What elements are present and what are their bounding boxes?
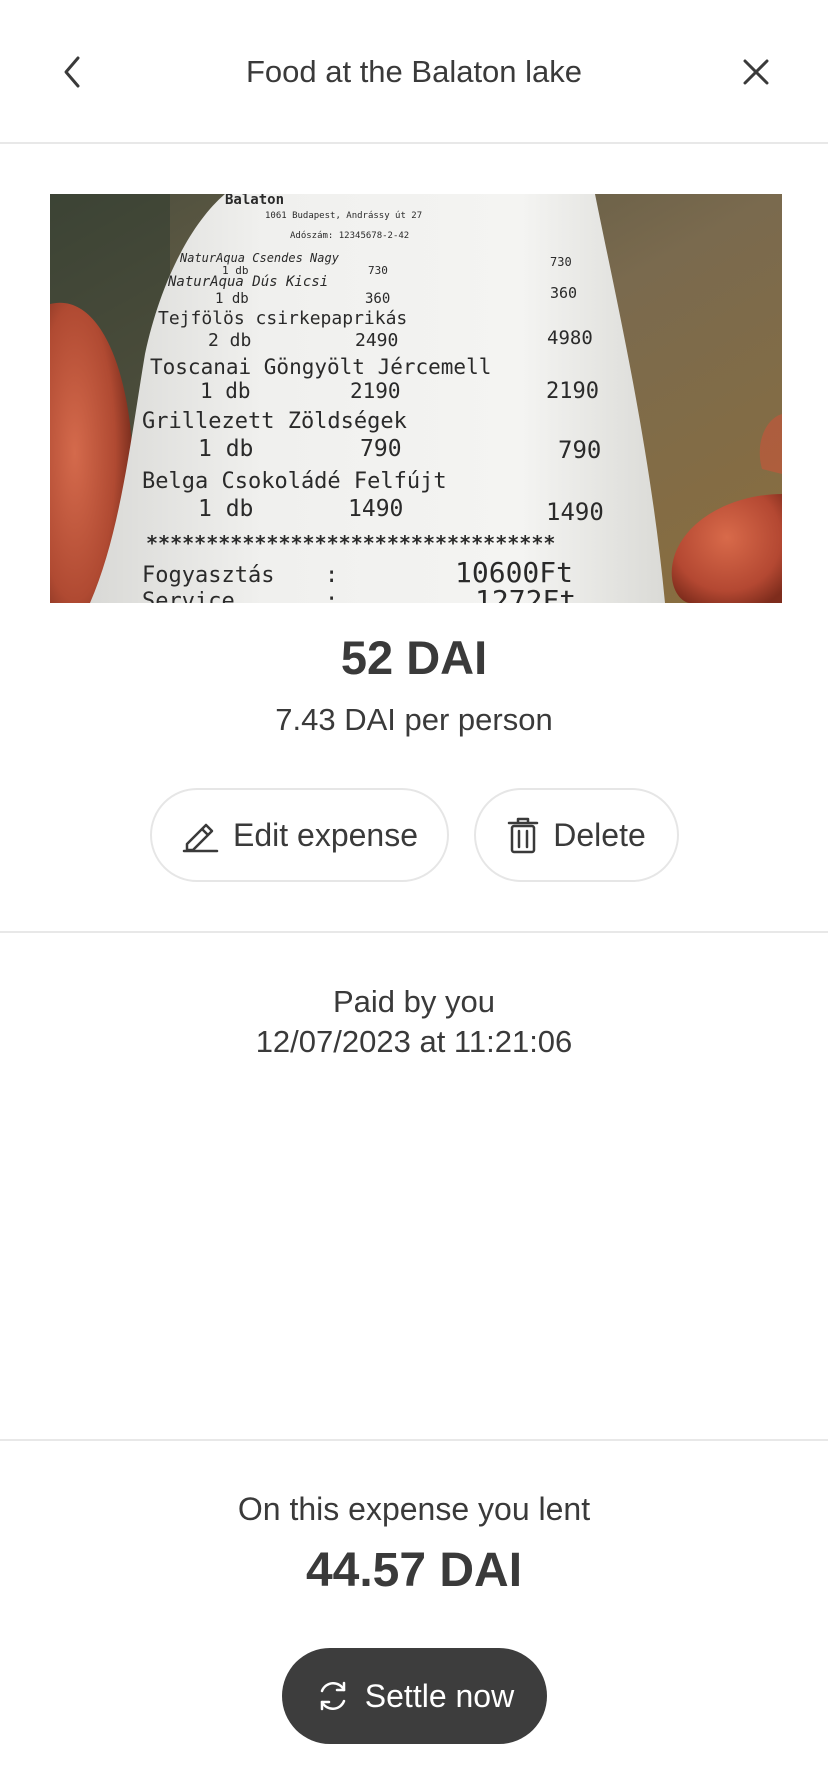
- receipt-item-total: 2190: [546, 379, 599, 404]
- receipt-item-qty: 1 db: [198, 436, 253, 462]
- receipt-colon: :: [325, 589, 338, 603]
- receipt-shop-line: Adószám: 12345678-2-42: [290, 230, 409, 241]
- receipt-item-price: 2490: [355, 330, 398, 351]
- header: Food at the Balaton lake: [0, 0, 828, 144]
- receipt-item-qty: 1 db: [215, 291, 249, 307]
- receipt-photo[interactable]: Balaton 1061 Budapest, Andrássy út 27 Ad…: [50, 194, 782, 603]
- expense-amount: 52 DAI: [340, 631, 488, 684]
- receipt-item-name: Tejfölös csirkepaprikás: [158, 308, 407, 329]
- receipt-item-price: 360: [365, 291, 390, 307]
- page-title: Food at the Balaton lake: [245, 54, 583, 89]
- close-button[interactable]: [732, 48, 780, 96]
- receipt-item-price: 730: [368, 264, 388, 277]
- receipt-item-total: 4980: [547, 327, 593, 349]
- receipt-item-total: 1490: [546, 498, 604, 526]
- close-icon: [743, 59, 769, 85]
- refresh-icon: [315, 1678, 351, 1714]
- receipt-item-name: Toscanai Göngyölt Jércemell: [150, 355, 491, 379]
- delete-label: Delete: [553, 816, 646, 853]
- edit-expense-button[interactable]: Edit expense: [150, 788, 449, 882]
- settle-now-button[interactable]: Settle now: [282, 1648, 547, 1744]
- receipt-item-qty: 1 db: [198, 496, 253, 522]
- receipt-item-name: Belga Csokoládé Felfújt: [142, 469, 447, 494]
- back-button[interactable]: [48, 48, 96, 96]
- lent-amount: 44.57 DAI: [305, 1544, 523, 1597]
- receipt-item-name: Grillezett Zöldségek: [142, 409, 407, 434]
- divider: [0, 1439, 828, 1441]
- edit-expense-label: Edit expense: [232, 816, 418, 853]
- receipt-item-price: 1490: [348, 496, 403, 522]
- receipt-separator: **********************************: [146, 531, 555, 555]
- receipt-colon: :: [325, 563, 338, 588]
- settle-now-label: Settle now: [364, 1677, 515, 1714]
- paid-date-text: 12/07/2023 at 11:21:06: [255, 1024, 573, 1059]
- receipt-item-total: 360: [550, 284, 577, 302]
- receipt-item-price: 790: [360, 436, 402, 462]
- receipt-shop-line: 1061 Budapest, Andrássy út 27: [265, 211, 422, 221]
- receipt-item-qty: 2 db: [208, 330, 251, 351]
- receipt-consumption-label: Fogyasztás: [142, 563, 274, 588]
- per-person-amount: 7.43 DAI per person: [275, 702, 553, 737]
- receipt-service-label: Service: [142, 589, 235, 603]
- paid-by-text: Paid by you: [333, 984, 495, 1019]
- pencil-icon: [181, 817, 219, 853]
- lent-label: On this expense you lent: [237, 1491, 591, 1527]
- receipt-item-price: 2190: [350, 379, 401, 403]
- divider: [0, 931, 828, 933]
- receipt-service-value: 1272Ft: [475, 584, 576, 603]
- receipt-image: Balaton 1061 Budapest, Andrássy út 27 Ad…: [50, 194, 782, 603]
- receipt-item-total: 790: [558, 436, 601, 464]
- receipt-item-name: NaturAqua Dús Kicsi: [167, 274, 328, 290]
- chevron-left-icon: [64, 56, 80, 88]
- receipt-item-name: NaturAqua Csendes Nagy: [179, 251, 340, 265]
- receipt-item-qty: 1 db: [200, 379, 251, 403]
- receipt-item-total: 730: [550, 255, 572, 269]
- receipt-shop-line: Balaton: [225, 194, 284, 208]
- delete-button[interactable]: Delete: [474, 788, 679, 882]
- trash-icon: [507, 816, 539, 854]
